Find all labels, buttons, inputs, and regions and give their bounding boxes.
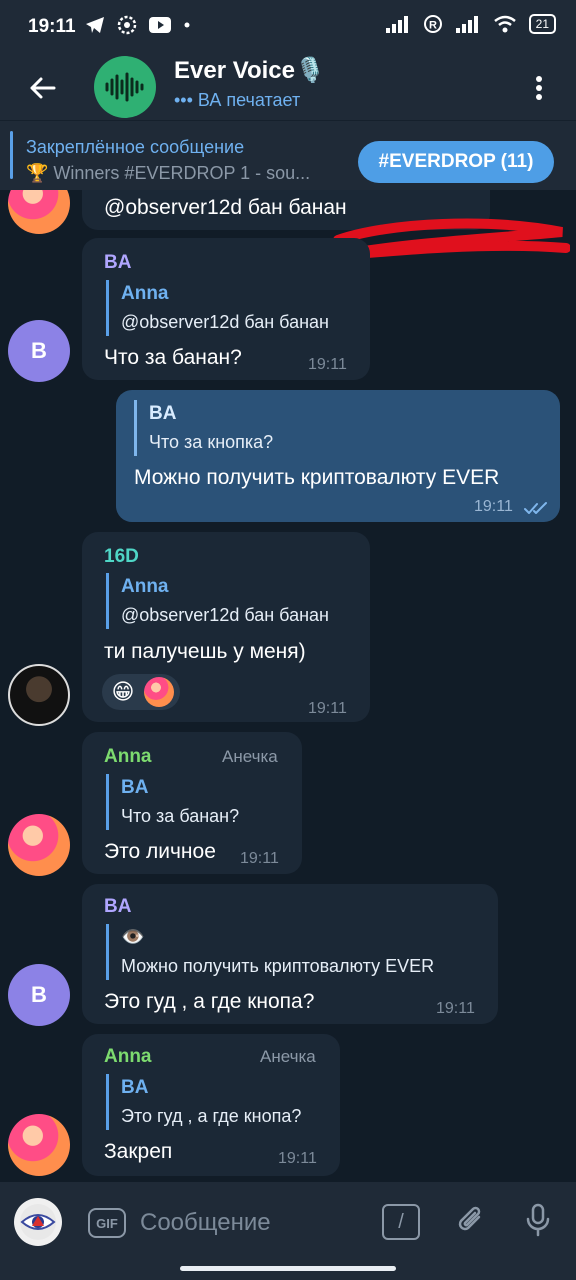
home-indicator[interactable]: [180, 1266, 396, 1271]
chat-header: Ever Voice🎙️ ••• ВА печатает: [0, 56, 576, 120]
message-text: Это личное: [104, 840, 216, 863]
message-text: ти палучешь у меня): [104, 640, 306, 663]
arrow-left-icon: [30, 77, 56, 99]
sender-name[interactable]: 16D: [104, 546, 139, 568]
pinned-action-button[interactable]: #EVERDROP (11): [358, 141, 554, 183]
reply-name: BA: [121, 777, 149, 798]
sound-wave-icon: [105, 72, 144, 102]
pinned-indicator: [10, 131, 13, 179]
back-button[interactable]: [20, 66, 64, 110]
wifi-icon: [493, 15, 516, 33]
sender-name[interactable]: BA: [104, 252, 131, 274]
message-time: 19:11: [278, 1150, 317, 1167]
reaction-chip[interactable]: 😁: [102, 674, 180, 710]
sender-name[interactable]: Anna: [104, 1046, 152, 1068]
registered-icon: R: [423, 15, 442, 33]
grin-emoji: 😁: [111, 679, 135, 704]
avatar[interactable]: [8, 814, 70, 876]
reply-name: BA: [121, 1077, 149, 1098]
message-text: Это гуд , а где кнопа?: [104, 990, 315, 1013]
reply-preview[interactable]: BA Это гуд , а где кнопа?: [106, 1074, 301, 1130]
status-time: 19:11: [28, 16, 76, 37]
youtube-icon: [149, 17, 171, 33]
reply-name: Anna: [121, 576, 169, 597]
message-time: 19:11: [308, 356, 347, 373]
attach-button[interactable]: [450, 1200, 490, 1240]
pinned-title: Закреплённое сообщение: [26, 137, 245, 157]
message-time: 19:11: [308, 700, 347, 717]
reply-name: Anna: [121, 283, 169, 304]
status-bar: 19:11 R 21: [0, 0, 576, 56]
battery-icon: 21: [528, 14, 556, 34]
reply-text: Что за банан?: [121, 806, 240, 826]
double-check-icon: [524, 502, 547, 514]
member-title: Анечка: [222, 747, 278, 766]
reply-text: Это гуд , а где кнопа?: [121, 1106, 302, 1126]
avatar[interactable]: [8, 664, 70, 726]
reply-text: @observer12d бан банан: [121, 605, 329, 625]
chat-area[interactable]: @observer12d бан банан B BA Anna @observ…: [0, 190, 576, 1182]
signal-icon-2: [455, 16, 478, 33]
gif-button[interactable]: GIF: [88, 1208, 126, 1238]
pinned-message-bar[interactable]: Закреплённое сообщение 🏆 Winners #EVERDR…: [0, 120, 576, 191]
reply-text: Можно получить криптовалюту EVER: [121, 956, 435, 976]
message-text: Можно получить криптовалюту EVER: [134, 466, 500, 489]
sender-name[interactable]: Anna: [104, 746, 152, 768]
message-text: @observer12d бан банан: [104, 196, 347, 219]
reactor-avatar: [144, 677, 174, 707]
message-text: Что за банан?: [104, 346, 242, 369]
message-input[interactable]: [138, 1200, 362, 1246]
message-text: Закреп: [104, 1140, 173, 1163]
avatar[interactable]: [8, 190, 70, 234]
member-title: Анечка: [260, 1047, 316, 1066]
more-menu-button[interactable]: [524, 66, 554, 110]
message-time: 19:11: [436, 1000, 475, 1017]
reply-preview[interactable]: BA Что за банан?: [106, 774, 239, 830]
reply-text: Что за кнопка?: [149, 432, 274, 452]
eye-logo-icon: [20, 1204, 56, 1240]
message-time: 19:11: [474, 498, 513, 515]
more-vertical-icon: [536, 76, 542, 100]
chat-title[interactable]: Ever Voice🎙️: [174, 56, 325, 85]
sender-name[interactable]: BA: [104, 896, 131, 918]
pinned-text: 🏆 Winners #EVERDROP 1 - sou...: [26, 163, 311, 183]
reply-preview[interactable]: Anna @observer12d бан банан: [106, 280, 329, 336]
reply-name: 👁️: [121, 927, 145, 948]
reply-preview[interactable]: Anna @observer12d бан банан: [106, 573, 329, 629]
microphone-button[interactable]: [518, 1200, 558, 1240]
reply-preview[interactable]: 👁️ Можно получить криптовалюту EVER: [106, 924, 434, 980]
telegram-icon: [86, 17, 104, 33]
commands-button[interactable]: /: [382, 1204, 420, 1240]
avatar[interactable]: B: [8, 320, 70, 382]
microphone-icon: [526, 1203, 550, 1237]
avatar[interactable]: [8, 1114, 70, 1176]
bot-menu-button[interactable]: [14, 1198, 62, 1246]
typing-status: ••• ВА печатает: [174, 90, 301, 110]
reply-name: BA: [149, 403, 177, 424]
avatar[interactable]: B: [8, 964, 70, 1026]
settings-icon: [117, 15, 137, 35]
status-icons-right: R 21: [385, 14, 556, 34]
dot-icon: [184, 22, 190, 28]
signal-icon: [385, 16, 408, 33]
svg-text:R: R: [429, 20, 437, 32]
paperclip-icon: [458, 1206, 481, 1231]
reply-text: @observer12d бан банан: [121, 312, 329, 332]
message-time: 19:11: [240, 850, 279, 867]
chat-avatar[interactable]: [94, 56, 156, 118]
status-icons-left: [84, 14, 192, 36]
reply-preview[interactable]: BA Что за кнопка?: [134, 400, 273, 456]
